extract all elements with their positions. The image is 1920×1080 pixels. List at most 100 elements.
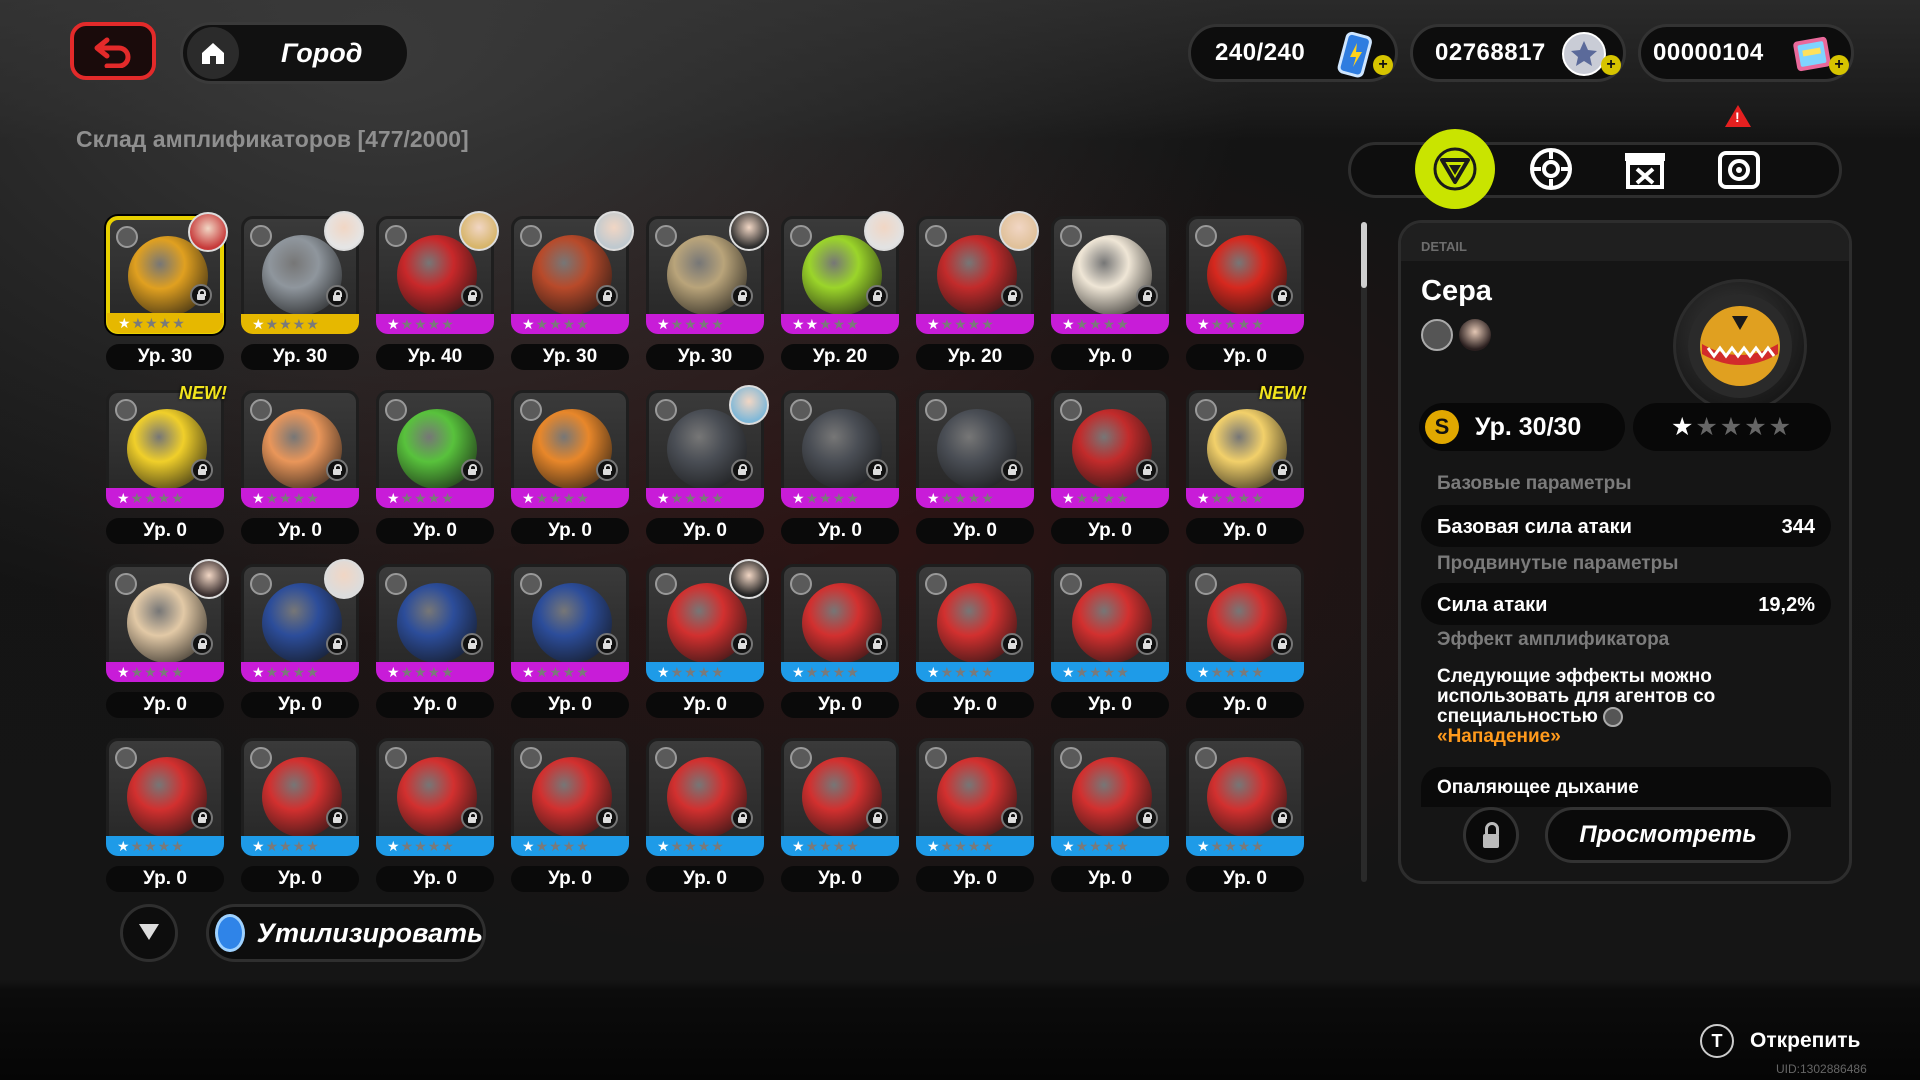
star-rating: ★★★★★ [792,838,860,854]
amplifier-card[interactable]: ★★★★★ [916,738,1034,856]
specialty-icon [655,747,677,769]
amplifier-card[interactable]: ★★★★★ [241,738,359,856]
recycle-button[interactable]: Утилизировать [206,904,486,962]
specialty-icon [250,399,272,421]
specialty-icon [520,399,542,421]
star-rating: ★★★★★ [118,315,186,331]
specialty-icon [250,747,272,769]
back-button[interactable] [70,22,156,80]
specialty-icon [385,225,407,247]
lock-icon [191,633,213,655]
lock-icon [1271,633,1293,655]
amplifier-card[interactable]: ★★★★★ [646,211,769,334]
amplifier-card[interactable]: ★★★★★ [376,390,494,508]
amplifier-card[interactable]: ★★★★★ [376,211,499,334]
specialty-icon [655,225,677,247]
unpin-hint[interactable]: T Открепить [1700,1024,1860,1058]
tab-cancel[interactable] [1605,129,1685,209]
amplifier-card[interactable]: ★★★★★ [241,390,359,508]
amplifier-card[interactable]: NEW! ★★★★★ [1186,383,1307,508]
amplifier-card[interactable]: ★★★★★ [241,559,364,682]
amplifier-level: Ур. 30 [241,344,359,370]
lock-icon [190,284,212,306]
grid-scrollbar-thumb[interactable] [1361,222,1367,288]
film-ticket-icon [1793,36,1831,72]
unpin-label: Открепить [1750,1029,1861,1052]
agent-portrait-icon [1459,319,1491,351]
equipped-agent-icon [188,212,228,252]
battery-add-icon[interactable]: + [1373,55,1393,75]
amplifier-card[interactable]: ★★★★★ [1186,216,1304,334]
amplifier-card[interactable]: ★★★★★ [241,211,364,334]
lock-icon [731,807,753,829]
amplifier-card[interactable]: ★★★★★ [1051,564,1169,682]
recycle-label: Утилизировать [256,917,483,948]
amplifier-card[interactable]: ★★★★★ [1051,738,1169,856]
detail-header [1401,223,1849,261]
amplifier-card[interactable]: ★★★★★ [781,738,899,856]
amplifier-card[interactable]: ★★★★★ [106,559,229,682]
filter-button[interactable] [120,904,178,962]
amplifier-card[interactable]: ★★★★★ [781,390,899,508]
amplifier-card[interactable]: ★★★★★ [1051,390,1169,508]
amplifier-card[interactable]: ★★★★★ [511,564,629,682]
amplifier-level: Ур. 0 [241,866,359,892]
battery-counter[interactable]: 240/240 + [1188,24,1398,82]
film-counter[interactable]: 00000104 + [1638,24,1854,82]
star-rating: ★★★★★ [1633,403,1831,451]
amplifier-card[interactable]: ★★★★★ [781,564,899,682]
star-rating: ★★★★★ [252,664,320,680]
specialty-icon [1060,225,1082,247]
tab-camera[interactable]: ! [1699,105,1779,209]
amplifier-card[interactable]: ★★★★★ [781,211,904,334]
amplifier-card[interactable]: ★★★★★ [106,212,228,334]
grid-scrollbar[interactable] [1361,222,1367,882]
amplifier-level: Ур. 0 [781,518,899,544]
amplifier-card[interactable]: ★★★★★ [511,390,629,508]
lock-icon [461,285,483,307]
amplifier-card[interactable]: ★★★★★ [646,385,769,508]
equipped-agent-icon [729,211,769,251]
specialty-attack-icon [1421,319,1453,351]
amplifier-card[interactable]: ★★★★★ [511,211,634,334]
star-rating: ★★★★★ [387,316,455,332]
amplifier-card[interactable]: ★★★★★ [1186,738,1304,856]
amplifier-card[interactable]: ★★★★★ [916,564,1034,682]
amplifier-level: Ур. 0 [106,692,224,718]
new-badge: NEW! [1259,383,1307,403]
amplifier-card[interactable]: ★★★★★ [646,738,764,856]
amplifier-card[interactable]: ★★★★★ [376,738,494,856]
amplifier-card[interactable]: ★★★★★ [916,390,1034,508]
amplifier-card[interactable]: ★★★★★ [1051,216,1169,334]
specialty-icon [115,399,137,421]
denny-add-icon[interactable]: + [1601,55,1621,75]
equipped-agent-icon [594,211,634,251]
lock-button[interactable] [1463,807,1519,863]
tab-all[interactable] [1415,129,1495,209]
amplifier-card[interactable]: ★★★★★ [646,559,769,682]
tab-disc[interactable] [1511,129,1591,209]
amplifier-card[interactable]: ★★★★★ [106,738,224,856]
recycle-icon [215,914,245,952]
amplifier-level: Ур. 0 [1051,344,1169,370]
location-button[interactable]: Город [180,22,410,84]
base-stat-row: Базовая сила атаки 344 [1421,505,1831,547]
amplifier-level: Ур. 0 [1051,692,1169,718]
equipped-agent-icon [324,559,364,599]
film-add-icon[interactable]: + [1829,55,1849,75]
lock-icon [731,285,753,307]
view-button[interactable]: Просмотреть [1545,807,1791,863]
amplifier-level: Ур. 20 [781,344,899,370]
effect-name-row[interactable]: Опаляющее дыхание [1421,767,1831,807]
amplifier-card[interactable]: ★★★★★ [376,564,494,682]
lock-icon [731,459,753,481]
amplifier-card[interactable]: ★★★★★ [511,738,629,856]
lock-icon [731,633,753,655]
adv-params-label: Продвинутые параметры [1437,553,1679,574]
equipped-agent-icon [459,211,499,251]
amplifier-card[interactable]: ★★★★★ [1186,564,1304,682]
amplifier-card[interactable]: ★★★★★ [916,211,1039,334]
denny-counter[interactable]: 02768817 + [1410,24,1626,82]
amplifier-card[interactable]: NEW! ★★★★★ [106,383,227,508]
home-icon [187,27,239,79]
